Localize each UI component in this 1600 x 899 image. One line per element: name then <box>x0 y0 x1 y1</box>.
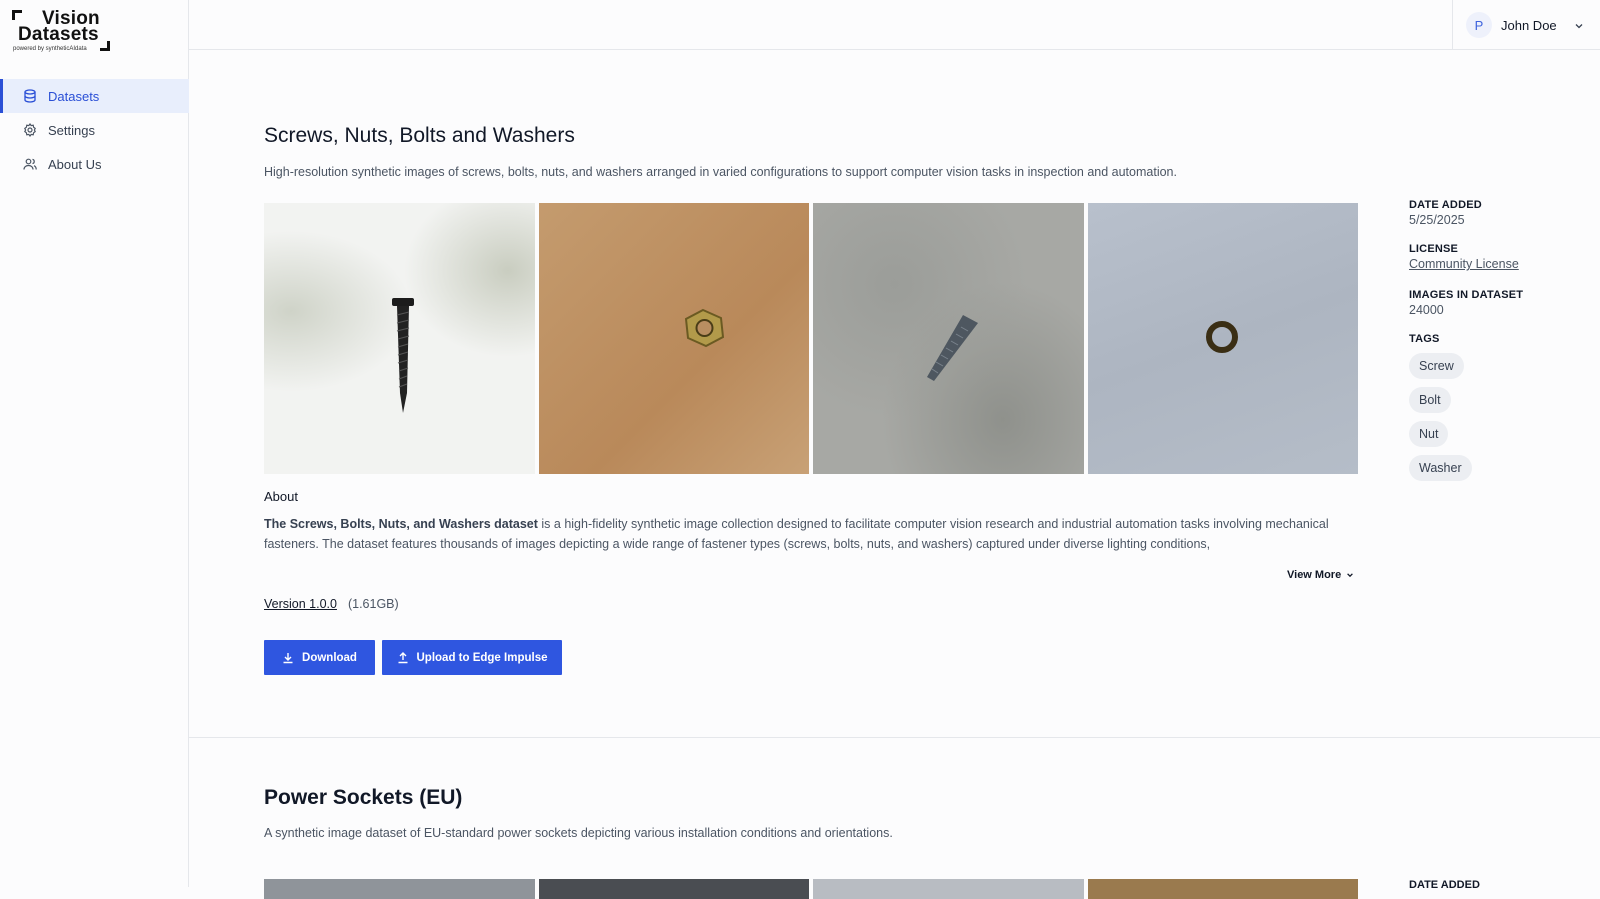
image-count-value: 24000 <box>1409 303 1444 317</box>
sidebar-nav: Datasets Settings About Us <box>0 79 189 181</box>
sidebar-item-settings[interactable]: Settings <box>0 113 189 147</box>
sidebar: Vision Datasets powered by syntheticAIda… <box>0 0 189 887</box>
avatar: P <box>1466 12 1492 38</box>
gallery-image-nut[interactable] <box>538 203 809 474</box>
download-button[interactable]: Download <box>264 640 375 675</box>
license-block: LICENSE Community License <box>1409 243 1579 273</box>
version-link[interactable]: Version 1.0.0 <box>264 597 337 611</box>
sidebar-item-label: Settings <box>48 122 95 138</box>
dataset-meta: DATE ADDED 5/25/2025 LICENSE Community L… <box>1409 199 1579 497</box>
image-gallery <box>264 879 1358 899</box>
gallery-image-bolt[interactable] <box>813 203 1084 474</box>
dataset-title: Power Sockets (EU) <box>264 786 463 809</box>
image-gallery <box>264 203 1358 474</box>
license-link[interactable]: Community License <box>1409 257 1519 271</box>
date-added-label: DATE ADDED <box>1409 199 1482 211</box>
tags-block: TAGS Screw Bolt Nut Washer <box>1409 333 1579 481</box>
user-menu[interactable]: P John Doe <box>1452 0 1600 50</box>
tag-washer[interactable]: Washer <box>1409 455 1472 481</box>
version-size: (1.61GB) <box>347 597 399 611</box>
app-logo[interactable]: Vision Datasets powered by syntheticAIda… <box>12 8 116 54</box>
gallery-image-screw[interactable] <box>264 203 535 474</box>
upload-icon <box>398 651 407 663</box>
sidebar-item-label: About Us <box>48 156 102 172</box>
dataset-title: Screws, Nuts, Bolts and Washers <box>264 124 575 147</box>
about-text: The Screws, Bolts, Nuts, and Washers dat… <box>264 514 1358 554</box>
gallery-image[interactable] <box>264 879 535 899</box>
dataset-description: High-resolution synthetic images of scre… <box>264 165 1177 179</box>
logo-corner-mark <box>100 41 110 51</box>
sidebar-item-about-us[interactable]: About Us <box>0 147 189 181</box>
gallery-image-washer[interactable] <box>1087 203 1358 474</box>
tags-label: TAGS <box>1409 333 1440 345</box>
dataset-description-wrap: High-resolution synthetic images of scre… <box>264 165 1564 179</box>
view-more-button[interactable]: View More <box>1287 569 1354 581</box>
sidebar-item-label: Datasets <box>48 88 100 104</box>
date-added-block: DATE ADDED 5/25/2025 <box>1409 199 1579 227</box>
users-icon <box>22 156 38 172</box>
download-icon <box>283 652 293 663</box>
date-added-label: DATE ADDED <box>1409 879 1480 891</box>
logo-tagline: powered by syntheticAIdata <box>13 46 87 52</box>
gallery-image[interactable] <box>538 879 809 899</box>
version-info: Version 1.0.0 (1.61GB) <box>264 597 399 611</box>
about-text-bold: The Screws, Bolts, Nuts, and Washers dat… <box>264 517 538 531</box>
section-divider <box>189 737 1600 738</box>
user-name: John Doe <box>1501 17 1557 33</box>
main-content: Screws, Nuts, Bolts and Washers High-res… <box>189 50 1600 899</box>
gallery-image[interactable] <box>1087 879 1358 899</box>
gallery-image[interactable] <box>813 879 1084 899</box>
tag-screw[interactable]: Screw <box>1409 353 1464 379</box>
logo-corner-mark <box>12 10 22 20</box>
image-count-label: IMAGES IN DATASET <box>1409 289 1524 301</box>
upload-label: Upload to Edge Impulse <box>416 651 548 664</box>
database-icon <box>22 88 38 104</box>
license-label: LICENSE <box>1409 243 1459 255</box>
image-count-block: IMAGES IN DATASET 24000 <box>1409 289 1579 317</box>
chevron-down-icon <box>1574 18 1584 36</box>
dataset-description: A synthetic image dataset of EU-standard… <box>264 826 893 840</box>
upload-edge-impulse-button[interactable]: Upload to Edge Impulse <box>382 640 562 675</box>
tag-nut[interactable]: Nut <box>1409 421 1449 447</box>
sidebar-item-datasets[interactable]: Datasets <box>0 79 189 113</box>
view-more-label: View More <box>1287 569 1342 581</box>
dataset-header: Screws, Nuts, Bolts and Washers <box>264 124 1564 148</box>
date-added-value: 5/25/2025 <box>1409 213 1465 227</box>
tag-bolt[interactable]: Bolt <box>1409 387 1451 413</box>
gear-icon <box>22 122 38 138</box>
logo-line-2: Datasets <box>18 24 99 45</box>
top-bar: P John Doe <box>189 0 1600 50</box>
download-label: Download <box>302 651 357 664</box>
chevron-down-icon <box>1347 573 1354 578</box>
about-heading: About <box>264 489 298 504</box>
